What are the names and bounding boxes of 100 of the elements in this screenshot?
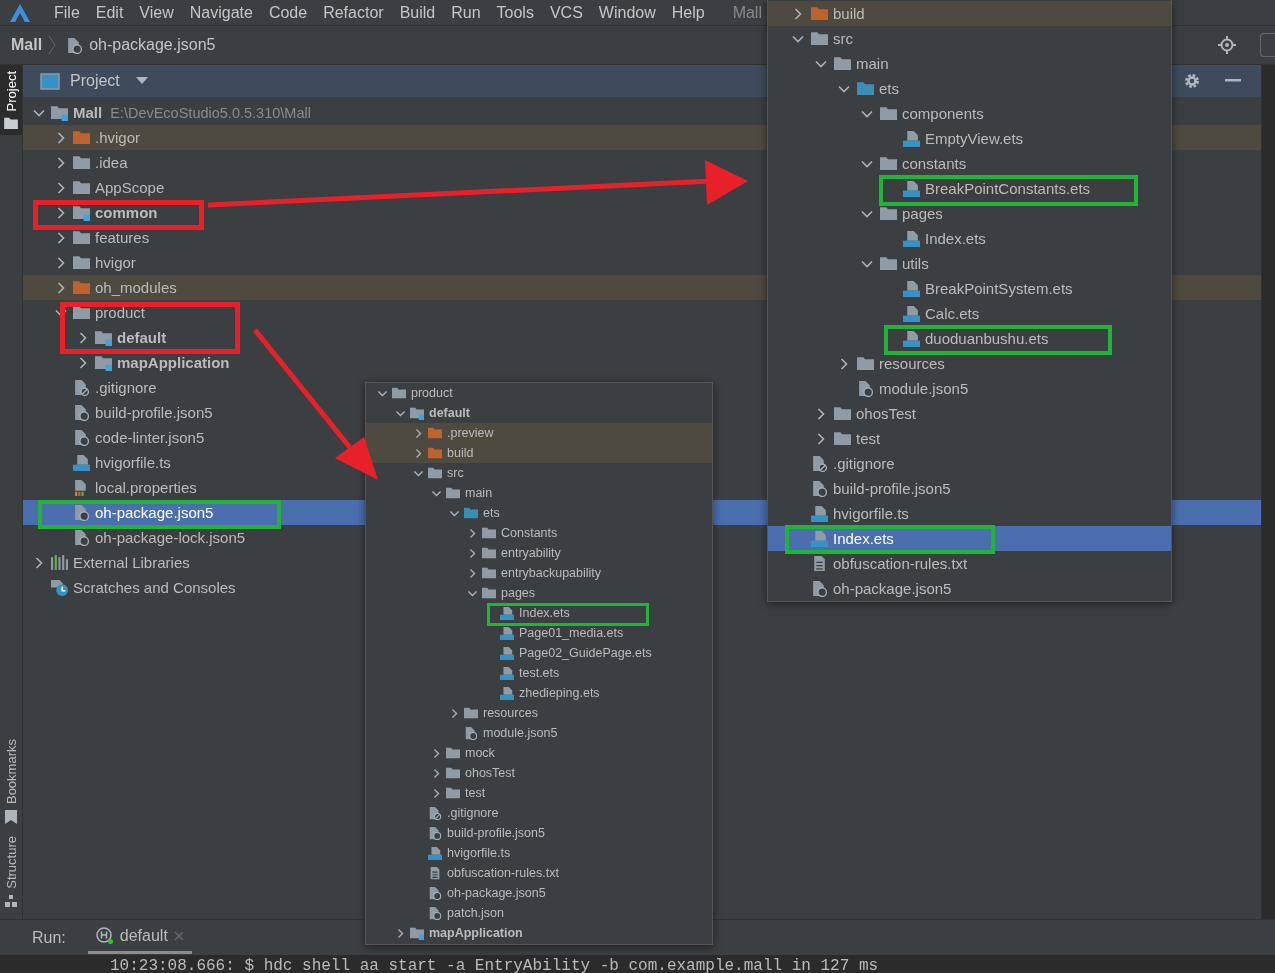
side-tab[interactable]: Project xyxy=(0,65,22,136)
tree-item[interactable]: build-profile.json5 xyxy=(53,400,213,425)
menu-item[interactable]: File xyxy=(54,3,80,22)
tree-item[interactable]: resources xyxy=(448,703,538,723)
tree-item[interactable]: mapApplication xyxy=(75,350,230,375)
tree-item[interactable]: hvigorfile.ts xyxy=(412,843,511,863)
menu-item[interactable]: Refactor xyxy=(323,3,384,22)
folder-icon xyxy=(73,254,90,271)
tree-item[interactable]: hvigorfile.ts xyxy=(53,450,171,475)
settings-icon[interactable] xyxy=(1183,72,1201,90)
tree-item[interactable]: code-linter.json5 xyxy=(53,425,205,450)
tree-item[interactable]: duoduanbushu.ets xyxy=(882,326,1049,351)
tree-item[interactable]: src xyxy=(790,26,853,51)
tree-item[interactable]: .gitignore xyxy=(790,451,895,476)
breadcrumb-item[interactable]: oh-package.json5 xyxy=(89,36,216,54)
tree-item[interactable]: Index.ets xyxy=(484,603,570,623)
minimize-icon[interactable] xyxy=(1225,79,1241,83)
side-tab[interactable]: Bookmarks xyxy=(0,733,22,831)
tree-item[interactable]: resources xyxy=(836,351,945,376)
tree-item[interactable]: build xyxy=(790,1,865,26)
menu-item[interactable]: Edit xyxy=(95,3,124,22)
tree-item[interactable]: .idea xyxy=(53,150,128,175)
tree-item[interactable]: .preview xyxy=(412,423,494,443)
tree-item[interactable]: hvigorfile.ts xyxy=(790,501,909,526)
tree-item[interactable]: External Libraries xyxy=(31,550,190,575)
tree-item[interactable]: mapApplication xyxy=(394,923,523,943)
tree-item[interactable]: hvigor xyxy=(53,250,136,275)
tree-item[interactable]: ohosTest xyxy=(813,401,917,426)
tree-item[interactable]: test xyxy=(813,426,881,451)
tree-item[interactable]: features xyxy=(53,225,150,250)
tree-item[interactable]: build xyxy=(412,443,474,463)
breadcrumb-item[interactable]: Mall xyxy=(11,36,43,54)
tree-item[interactable]: ets xyxy=(448,503,500,523)
tree-item[interactable]: Page01_media.ets xyxy=(484,623,624,643)
tree-item[interactable]: Constants xyxy=(466,523,558,543)
tree-item[interactable]: main xyxy=(813,51,889,76)
tree-item[interactable]: oh-package.json5 xyxy=(790,576,952,601)
tree-item[interactable]: components xyxy=(859,101,984,126)
tree-item[interactable]: pages xyxy=(859,201,943,226)
chevron-right-icon xyxy=(48,34,57,56)
tree-item[interactable]: .gitignore xyxy=(412,803,499,823)
menu-item[interactable]: Run xyxy=(451,3,481,22)
tree-item[interactable]: Page02_GuidePage.ets xyxy=(484,643,652,663)
tree-item[interactable]: Mall E:\DevEcoStudio5.0.5.310\Mall xyxy=(31,100,311,125)
tree-item[interactable]: entryability xyxy=(466,543,561,563)
ets-file-icon xyxy=(903,330,920,347)
tree-item[interactable]: Scratches and Consoles xyxy=(31,575,236,600)
tree-item[interactable]: src xyxy=(412,463,464,483)
tree-item[interactable]: ohosTest xyxy=(430,763,516,783)
tree-item[interactable]: utils xyxy=(859,251,929,276)
menu-item[interactable]: VCS xyxy=(549,3,583,22)
menu-item[interactable]: Code xyxy=(268,3,308,22)
tree-item[interactable]: Index.ets xyxy=(882,226,986,251)
tree-item[interactable]: .gitignore xyxy=(53,375,157,400)
caret-icon[interactable] xyxy=(135,77,148,85)
tree-item[interactable]: default xyxy=(75,325,167,350)
tree-item[interactable]: product xyxy=(376,383,453,403)
tree-item[interactable]: BreakPointSystem.ets xyxy=(882,276,1073,301)
tree-item[interactable]: test xyxy=(430,783,486,803)
tree-item[interactable]: common xyxy=(53,200,158,225)
tree-item[interactable]: oh-package.json5 xyxy=(412,883,546,903)
tree-item[interactable]: oh_modules xyxy=(53,275,177,300)
tree-item[interactable]: entrybackupability xyxy=(466,563,602,583)
tree-item[interactable]: local.properties xyxy=(53,475,197,500)
tree-item[interactable]: patch.json xyxy=(412,903,504,923)
side-tab[interactable]: Structure xyxy=(0,830,22,913)
tree-item[interactable]: build-profile.json5 xyxy=(412,823,545,843)
locate-icon[interactable] xyxy=(1218,36,1236,54)
tree-item[interactable]: test.ets xyxy=(484,663,560,683)
tree-item[interactable]: module.json5 xyxy=(836,376,969,401)
tree-item[interactable]: pages xyxy=(466,583,536,603)
tree-item[interactable]: build-profile.json5 xyxy=(790,476,951,501)
menu-item[interactable]: Help xyxy=(671,3,705,22)
tree-item[interactable]: ets xyxy=(836,76,899,101)
tree-item[interactable]: oh-package.json5 xyxy=(53,500,214,525)
tree-item[interactable]: obfuscation-rules.txt xyxy=(412,863,559,883)
tree-item[interactable]: mock xyxy=(430,743,495,763)
ets-file-icon xyxy=(903,130,920,147)
menu-item[interactable]: View xyxy=(139,3,174,22)
tree-item[interactable]: Index.ets xyxy=(790,526,894,551)
tree-item[interactable]: AppScope xyxy=(53,175,165,200)
panel-title[interactable]: Project xyxy=(70,72,120,90)
tree-item[interactable]: zhedieping.ets xyxy=(484,683,600,703)
tree-item[interactable]: product xyxy=(53,300,146,325)
menu-item[interactable]: Navigate xyxy=(189,3,253,22)
tree-item[interactable]: default xyxy=(394,403,470,423)
menu-item[interactable]: Build xyxy=(399,3,436,22)
tree-item[interactable]: oh-package-lock.json5 xyxy=(53,525,246,550)
module-folder-icon xyxy=(410,406,424,420)
tree-item[interactable]: constants xyxy=(859,151,967,176)
tree-item[interactable]: EmptyView.ets xyxy=(882,126,1024,151)
menu-item[interactable]: Tools xyxy=(496,3,534,22)
tree-item[interactable]: module.json5 xyxy=(448,723,558,743)
menu-item[interactable]: Window xyxy=(598,3,656,22)
tree-item[interactable]: BreakPointConstants.ets xyxy=(882,176,1091,201)
tree-item[interactable]: .hvigor xyxy=(53,125,141,150)
tree-item[interactable]: main xyxy=(430,483,493,503)
tree-item[interactable]: obfuscation-rules.txt xyxy=(790,551,968,576)
tree-item[interactable]: Calc.ets xyxy=(882,301,980,326)
ts-file-icon xyxy=(73,454,90,471)
